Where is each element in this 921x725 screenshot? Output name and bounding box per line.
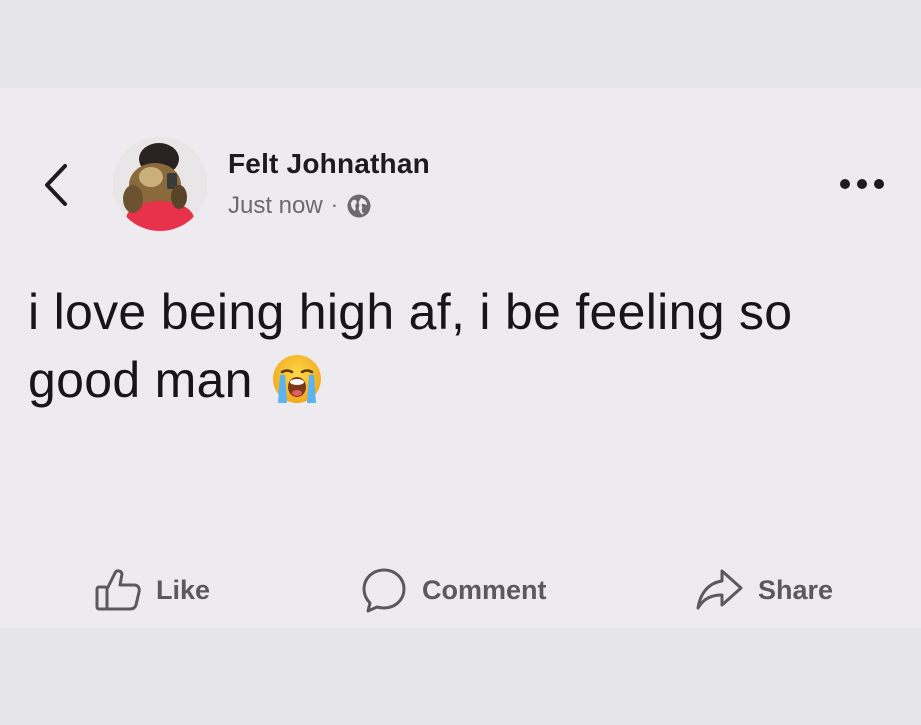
post-body: i love being high af, i be feeling so go… [28, 284, 793, 408]
share-label: Share [758, 574, 834, 605]
post-text: i love being high af, i be feeling so go… [28, 278, 898, 414]
comment-label: Comment [422, 574, 547, 605]
more-options-button[interactable] [832, 166, 892, 202]
author-name[interactable]: Felt Johnathan [228, 148, 430, 180]
timestamp: Just now [228, 192, 323, 219]
chevron-left-icon [45, 164, 67, 206]
page: Felt Johnathan Just now · i love being h… [0, 0, 921, 725]
share-button[interactable]: Share [694, 560, 833, 620]
globe-icon[interactable] [346, 193, 372, 219]
avatar[interactable] [113, 137, 207, 231]
thumbs-up-icon [95, 569, 141, 611]
share-arrow-icon [696, 569, 743, 610]
like-label: Like [156, 574, 211, 605]
comment-button[interactable]: Comment [360, 560, 547, 620]
meta-separator: · [330, 192, 339, 217]
back-button[interactable] [36, 158, 76, 212]
like-button[interactable]: Like [94, 560, 210, 620]
more-horizontal-icon [840, 179, 884, 189]
post-action-bar: Like Comment Share [0, 560, 921, 620]
post-meta: Just now · [228, 190, 372, 222]
loudly-crying-face-icon [273, 354, 321, 403]
comment-bubble-icon [362, 568, 406, 613]
avatar-photo [113, 137, 207, 231]
